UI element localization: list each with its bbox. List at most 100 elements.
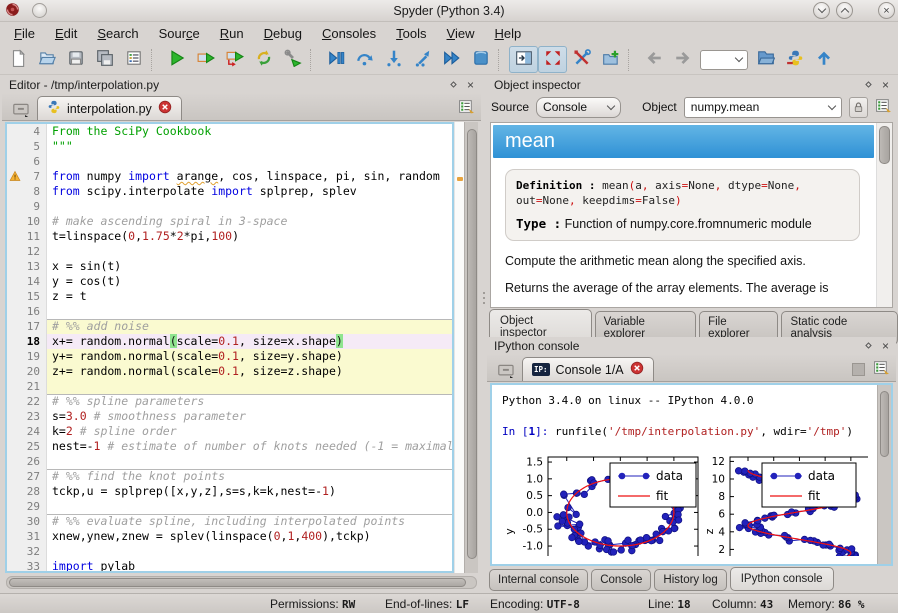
inspector-options-icon[interactable]: [875, 98, 892, 116]
set-console-wd-button[interactable]: [780, 46, 809, 73]
browse-tabs-button[interactable]: [7, 97, 35, 119]
code-line-11[interactable]: 11t=linspace(0,1.75*2*pi,100): [7, 229, 452, 244]
line-number[interactable]: 32: [7, 544, 47, 559]
code-line-29[interactable]: 29: [7, 499, 452, 514]
code-line-30[interactable]: 30# %% evaluate spline, including interp…: [7, 514, 452, 529]
preferences-button[interactable]: [567, 46, 596, 73]
new-file-button[interactable]: [3, 46, 32, 73]
code-line-10[interactable]: 10# make ascending spiral in 3-space: [7, 214, 452, 229]
line-number[interactable]: 27: [7, 469, 47, 484]
run-cell-advance-button[interactable]: [220, 46, 249, 73]
editor-file-tab[interactable]: interpolation.py: [37, 96, 182, 120]
code-editor[interactable]: 4From the SciPy Cookbook5"""67from numpy…: [5, 122, 454, 573]
line-number[interactable]: 10: [7, 214, 47, 229]
menu-search[interactable]: Search: [87, 23, 148, 44]
line-number[interactable]: 7: [7, 169, 47, 184]
code-line-19[interactable]: 19y+= random.normal(scale=0.1, size=y.sh…: [7, 349, 452, 364]
line-number[interactable]: 23: [7, 409, 47, 424]
debug-button[interactable]: [321, 46, 350, 73]
open-file-button[interactable]: [32, 46, 61, 73]
save-all-button[interactable]: [90, 46, 119, 73]
console-tab[interactable]: IP: Console 1/A: [522, 357, 654, 381]
line-number[interactable]: 17: [7, 319, 47, 334]
close-pane-icon[interactable]: ×: [882, 341, 889, 351]
browse-tabs-button[interactable]: [492, 358, 520, 380]
menu-view[interactable]: View: [437, 23, 485, 44]
code-line-15[interactable]: 15z = t: [7, 289, 452, 304]
panes-toggle-button[interactable]: [509, 46, 538, 73]
code-line-22[interactable]: 22# %% spline parameters: [7, 394, 452, 409]
console-scrollbar[interactable]: [877, 385, 891, 564]
line-number[interactable]: 13: [7, 259, 47, 274]
line-number[interactable]: 5: [7, 139, 47, 154]
forward-button[interactable]: [668, 46, 697, 73]
line-number[interactable]: 8: [7, 184, 47, 199]
minimize-button[interactable]: [813, 2, 830, 19]
editor-vscrollbar[interactable]: [464, 122, 478, 573]
line-number[interactable]: 28: [7, 484, 47, 499]
code-line-9[interactable]: 9: [7, 199, 452, 214]
menu-consoles[interactable]: Consoles: [312, 23, 386, 44]
code-line-31[interactable]: 31xnew,ynew,znew = splev(linspace(0,1,40…: [7, 529, 452, 544]
line-number[interactable]: 20: [7, 364, 47, 379]
code-line-23[interactable]: 23s=3.0 # smoothness parameter: [7, 409, 452, 424]
line-number[interactable]: 30: [7, 514, 47, 529]
line-number[interactable]: 25: [7, 439, 47, 454]
code-line-7[interactable]: 7from numpy import arange, cos, linspace…: [7, 169, 452, 184]
close-tab-icon[interactable]: [158, 100, 172, 117]
close-pane-icon[interactable]: ×: [882, 80, 889, 90]
code-line-28[interactable]: 28tckp,u = splprep([x,y,z],s=s,k=k,nest=…: [7, 484, 452, 499]
menu-tools[interactable]: Tools: [386, 23, 436, 44]
menu-edit[interactable]: Edit: [45, 23, 87, 44]
code-line-18[interactable]: 18x+= random.normal(scale=0.1, size=x.sh…: [7, 334, 452, 349]
run-button[interactable]: [162, 46, 191, 73]
stop-button[interactable]: [466, 46, 495, 73]
inspector-scrollbar[interactable]: [876, 123, 892, 307]
line-number[interactable]: 26: [7, 454, 47, 469]
line-number[interactable]: 24: [7, 424, 47, 439]
close-pane-icon[interactable]: ×: [467, 80, 474, 90]
code-line-12[interactable]: 12: [7, 244, 452, 259]
code-line-24[interactable]: 24k=2 # spline order: [7, 424, 452, 439]
code-line-20[interactable]: 20z+= random.normal(scale=0.1, size=z.sh…: [7, 364, 452, 379]
browse-wd-button[interactable]: [751, 46, 780, 73]
maximize-button[interactable]: [836, 2, 853, 19]
code-line-14[interactable]: 14y = cos(t): [7, 274, 452, 289]
code-line-25[interactable]: 25nest=-1 # estimate of number of knots …: [7, 439, 452, 454]
pane-tab-console[interactable]: Console: [591, 569, 651, 591]
menu-help[interactable]: Help: [484, 23, 531, 44]
line-number[interactable]: 9: [7, 199, 47, 214]
working-directory-combo[interactable]: [700, 50, 748, 70]
menu-debug[interactable]: Debug: [254, 23, 312, 44]
close-button[interactable]: ×: [878, 2, 895, 19]
code-line-27[interactable]: 27# %% find the knot points: [7, 469, 452, 484]
editor-options-icon[interactable]: [458, 99, 475, 117]
code-line-6[interactable]: 6: [7, 154, 452, 169]
source-select[interactable]: Console: [536, 97, 621, 118]
code-line-16[interactable]: 16: [7, 304, 452, 319]
undock-icon[interactable]: [449, 78, 458, 92]
line-number[interactable]: 15: [7, 289, 47, 304]
console-output[interactable]: Python 3.4.0 on linux -- IPython 4.0.0 I…: [490, 383, 893, 566]
close-tab-icon[interactable]: [630, 361, 644, 378]
line-number[interactable]: 29: [7, 499, 47, 514]
code-line-13[interactable]: 13x = sin(t): [7, 259, 452, 274]
undock-icon[interactable]: [864, 339, 873, 353]
undock-icon[interactable]: [864, 78, 873, 92]
console-options-icon[interactable]: [873, 360, 890, 378]
maximize-pane-button[interactable]: [538, 46, 567, 73]
back-button[interactable]: [639, 46, 668, 73]
run-cell-button[interactable]: [191, 46, 220, 73]
rerun-cell-button[interactable]: [249, 46, 278, 73]
line-number[interactable]: 22: [7, 394, 47, 409]
lock-button[interactable]: [849, 97, 868, 118]
step-into-button[interactable]: [379, 46, 408, 73]
menu-source[interactable]: Source: [149, 23, 210, 44]
code-line-5[interactable]: 5""": [7, 139, 452, 154]
line-number[interactable]: 14: [7, 274, 47, 289]
code-line-21[interactable]: 21: [7, 379, 452, 394]
line-number[interactable]: 18: [7, 334, 47, 349]
code-line-4[interactable]: 4From the SciPy Cookbook: [7, 124, 452, 139]
pane-tab-ipython-console[interactable]: IPython console: [730, 567, 834, 591]
line-number[interactable]: 31: [7, 529, 47, 544]
